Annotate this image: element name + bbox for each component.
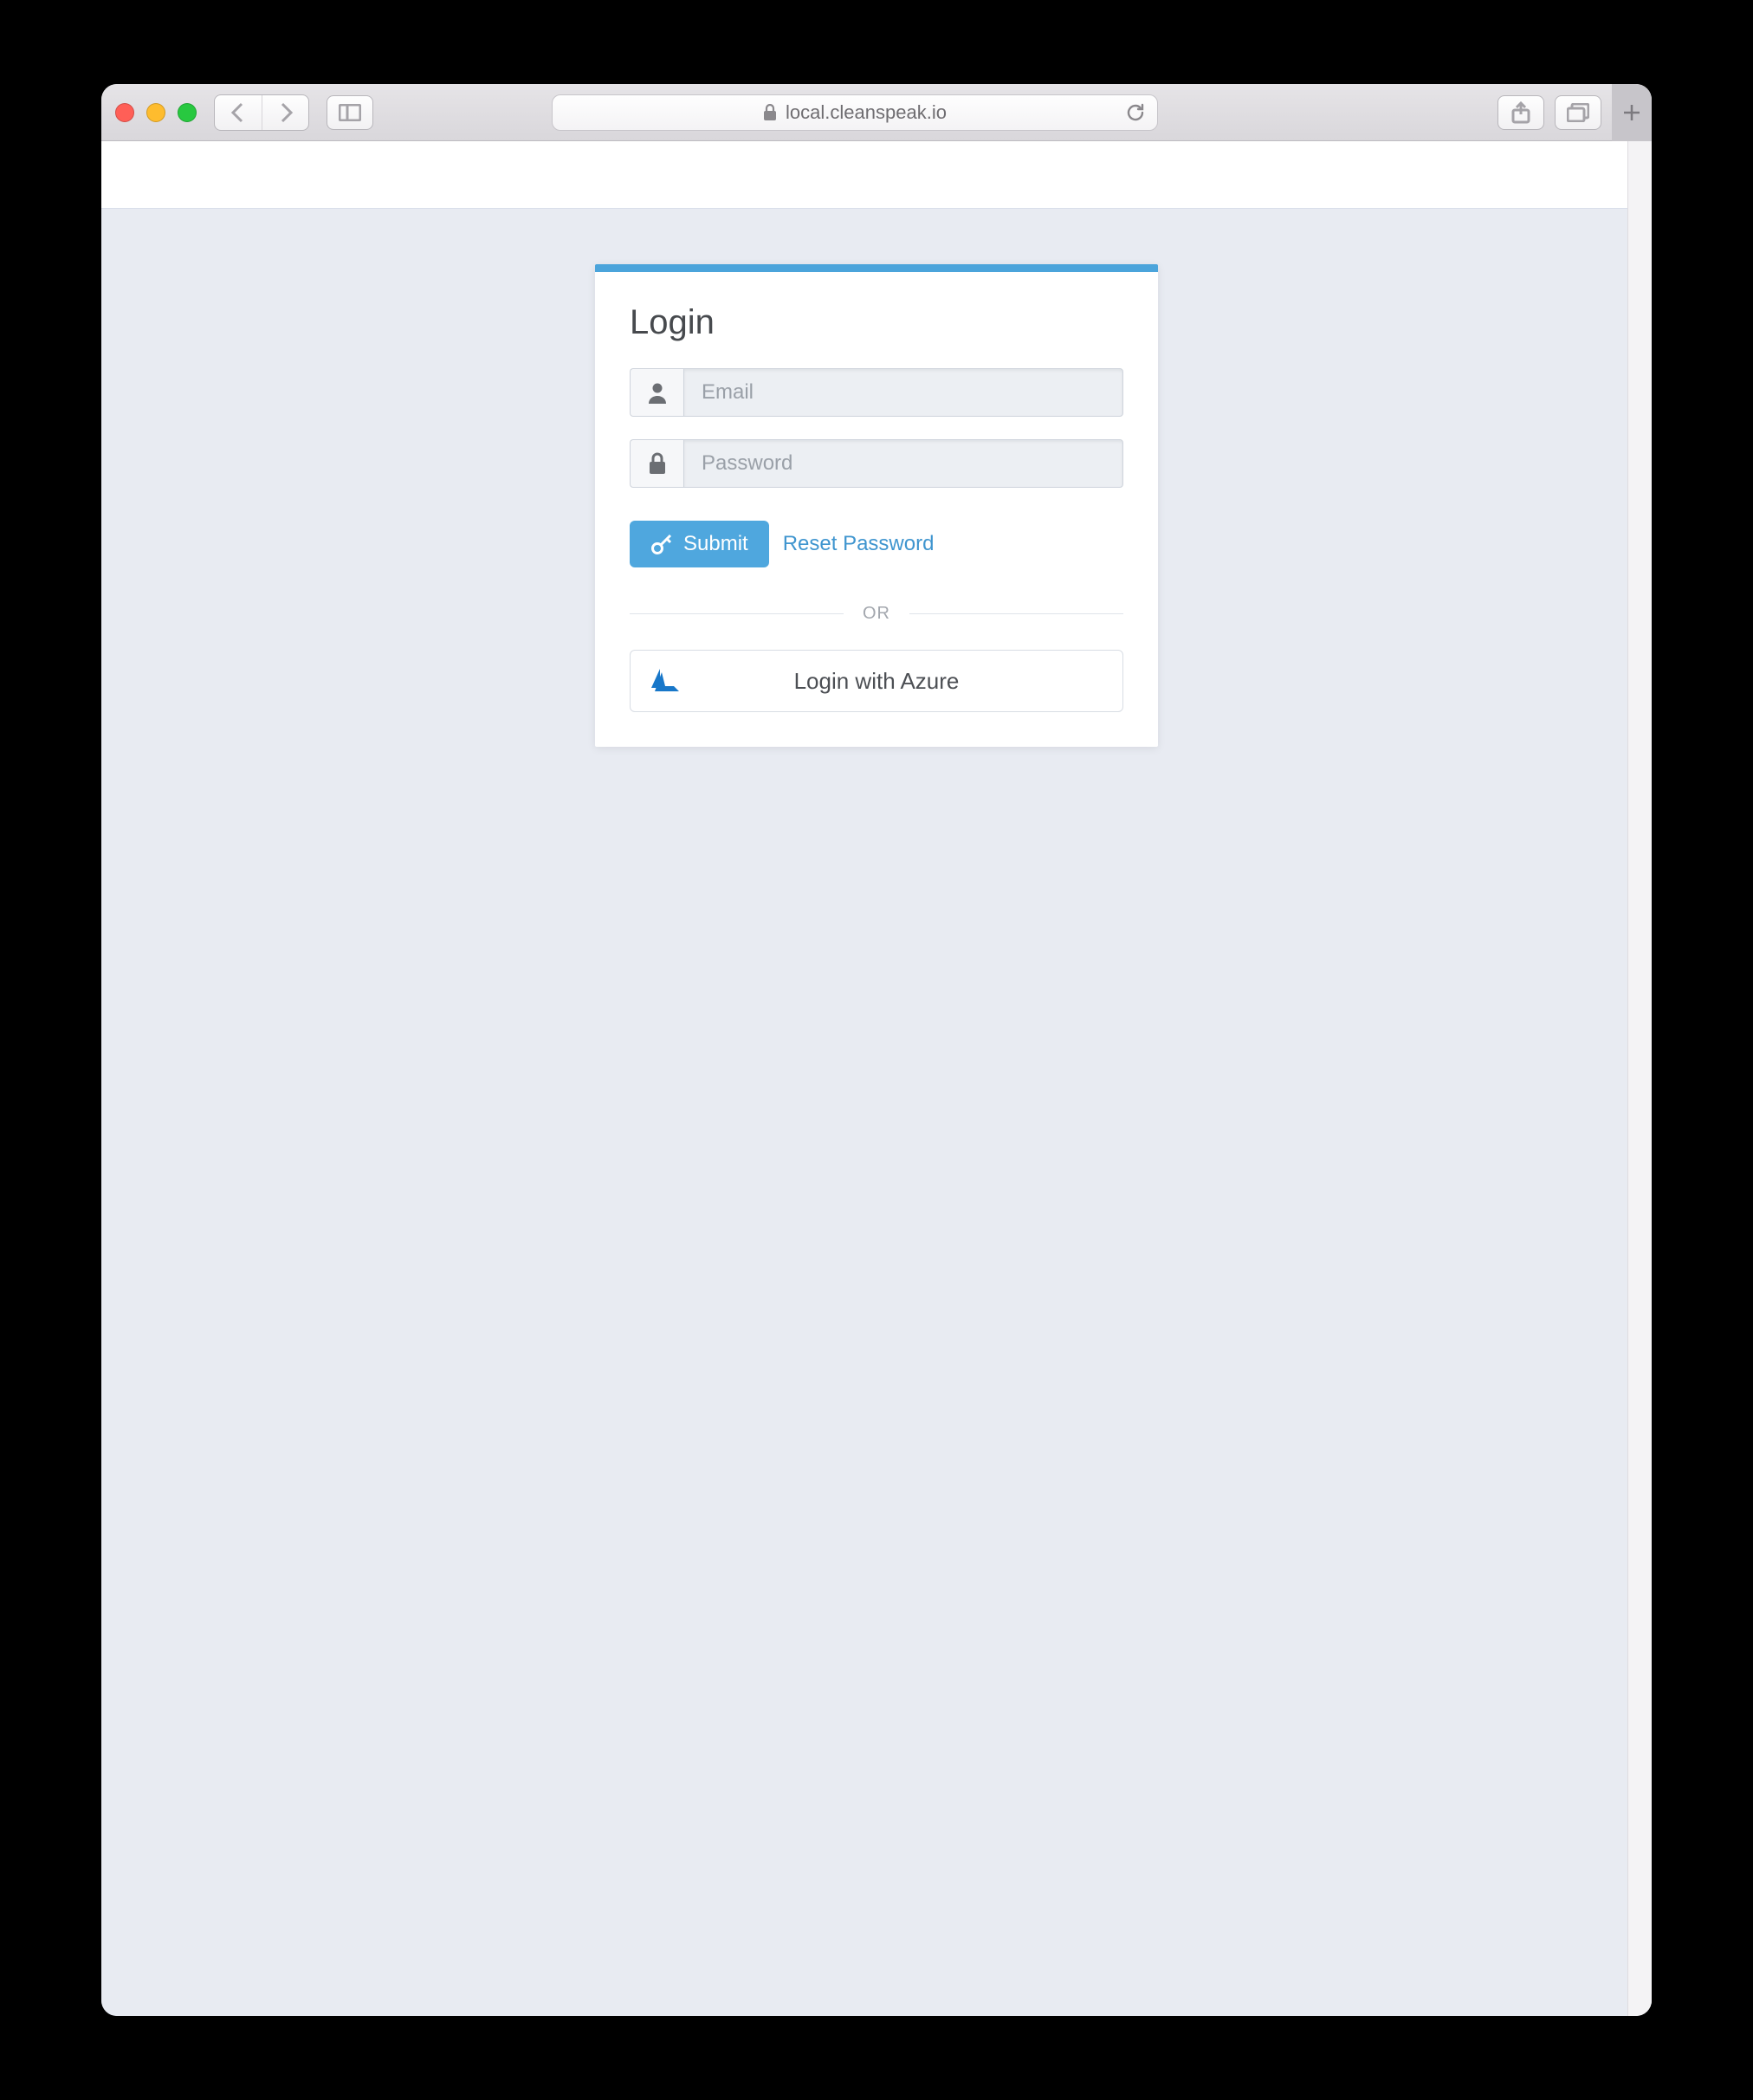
browser-window: local.cleanspeak.io Login	[101, 84, 1652, 2016]
email-input[interactable]	[683, 368, 1123, 417]
password-input[interactable]	[683, 439, 1123, 488]
submit-button[interactable]: Submit	[630, 521, 769, 567]
submit-label: Submit	[683, 532, 748, 556]
new-tab-button[interactable]	[1612, 84, 1652, 141]
password-field-row	[630, 439, 1123, 488]
nav-buttons	[214, 94, 309, 131]
app-header	[101, 141, 1652, 209]
toolbar-right	[1497, 84, 1638, 141]
divider: OR	[630, 604, 1123, 624]
email-field-row	[630, 368, 1123, 417]
login-card: Login Submi	[595, 264, 1158, 747]
login-with-azure-button[interactable]: Login with Azure	[630, 650, 1123, 712]
vertical-scrollbar[interactable]	[1627, 141, 1652, 2016]
window-close-button[interactable]	[115, 103, 134, 122]
window-minimize-button[interactable]	[146, 103, 165, 122]
refresh-icon[interactable]	[1126, 103, 1145, 122]
key-icon	[650, 533, 673, 555]
tabs-button[interactable]	[1555, 95, 1601, 130]
url-text: local.cleanspeak.io	[786, 101, 947, 124]
address-bar[interactable]: local.cleanspeak.io	[552, 94, 1158, 131]
oauth-label: Login with Azure	[631, 668, 1122, 695]
login-actions: Submit Reset Password	[630, 521, 1123, 567]
reset-password-link[interactable]: Reset Password	[783, 532, 935, 556]
window-controls	[115, 103, 197, 122]
sidebar-toggle-button[interactable]	[327, 95, 373, 130]
browser-toolbar: local.cleanspeak.io	[101, 84, 1652, 141]
forward-button[interactable]	[262, 95, 308, 130]
share-button[interactable]	[1497, 95, 1544, 130]
login-title: Login	[630, 303, 1123, 342]
lock-icon	[763, 104, 777, 121]
back-button[interactable]	[215, 95, 262, 130]
window-maximize-button[interactable]	[178, 103, 197, 122]
lock-icon	[630, 439, 683, 488]
content-area: Login Submi	[101, 209, 1652, 2016]
user-icon	[630, 368, 683, 417]
divider-label: OR	[863, 604, 890, 624]
